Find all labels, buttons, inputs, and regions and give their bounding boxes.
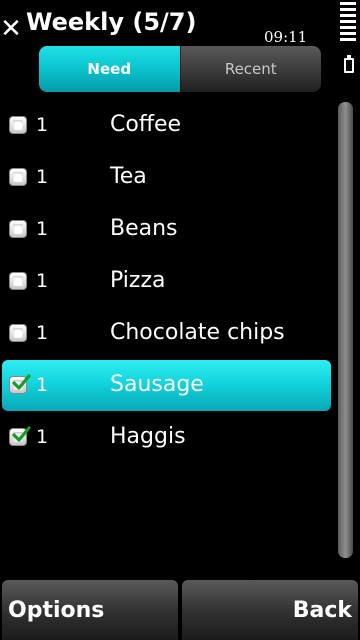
checkmark-icon	[12, 374, 31, 390]
scrollbar-thumb[interactable]	[338, 102, 353, 558]
item-quantity: 1	[36, 218, 49, 240]
shopping-list: 1 Coffee 1 Tea 1 Beans 1 Pizza 1 Chocola…	[0, 100, 334, 464]
tab-recent[interactable]: Recent	[179, 46, 321, 92]
checkbox-checked[interactable]	[9, 374, 31, 394]
checkbox[interactable]	[9, 220, 27, 238]
tab-label: Need	[87, 60, 132, 78]
item-quantity: 1	[36, 426, 49, 448]
checkmark-icon	[12, 426, 31, 442]
item-name: Coffee	[110, 112, 182, 137]
options-label: Options	[8, 597, 105, 623]
scrollbar[interactable]	[337, 102, 354, 560]
item-name: Sausage	[110, 372, 204, 397]
title-bar: ✕ Weekly (5/7) 09:11	[0, 0, 360, 46]
item-quantity: 1	[36, 114, 49, 136]
item-quantity: 1	[36, 322, 49, 344]
item-quantity: 1	[36, 374, 49, 396]
list-item[interactable]: 1 Pizza	[0, 256, 334, 308]
signal-strength-icon	[340, 2, 356, 46]
list-item[interactable]: 1 Haggis	[0, 412, 334, 464]
battery-icon	[344, 54, 354, 73]
back-label: Back	[292, 597, 352, 623]
item-quantity: 1	[36, 166, 49, 188]
tab-label: Recent	[224, 60, 277, 78]
tab-need[interactable]: Need	[39, 46, 180, 92]
list-item[interactable]: 1 Chocolate chips	[0, 308, 334, 360]
list-item[interactable]: 1 Coffee	[0, 100, 334, 152]
item-name: Pizza	[110, 268, 166, 293]
checkbox[interactable]	[9, 168, 27, 186]
status-clock: 09:11	[264, 28, 308, 46]
list-item-selected[interactable]: 1 Sausage	[0, 360, 334, 412]
item-name: Haggis	[110, 424, 186, 449]
item-name: Chocolate chips	[110, 320, 285, 345]
list-item[interactable]: 1 Tea	[0, 152, 334, 204]
checkbox[interactable]	[9, 324, 27, 342]
tab-bar: Need Recent	[39, 46, 321, 92]
item-quantity: 1	[36, 270, 49, 292]
item-name: Tea	[110, 164, 147, 189]
options-softkey[interactable]: Options	[2, 580, 178, 640]
checkbox[interactable]	[9, 272, 27, 290]
back-softkey[interactable]: Back	[182, 580, 358, 640]
checkbox-checked[interactable]	[9, 426, 31, 446]
close-icon[interactable]: ✕	[0, 16, 22, 42]
checkbox[interactable]	[9, 116, 27, 134]
page-title: Weekly (5/7)	[26, 8, 197, 36]
list-item[interactable]: 1 Beans	[0, 204, 334, 256]
item-name: Beans	[110, 216, 178, 241]
